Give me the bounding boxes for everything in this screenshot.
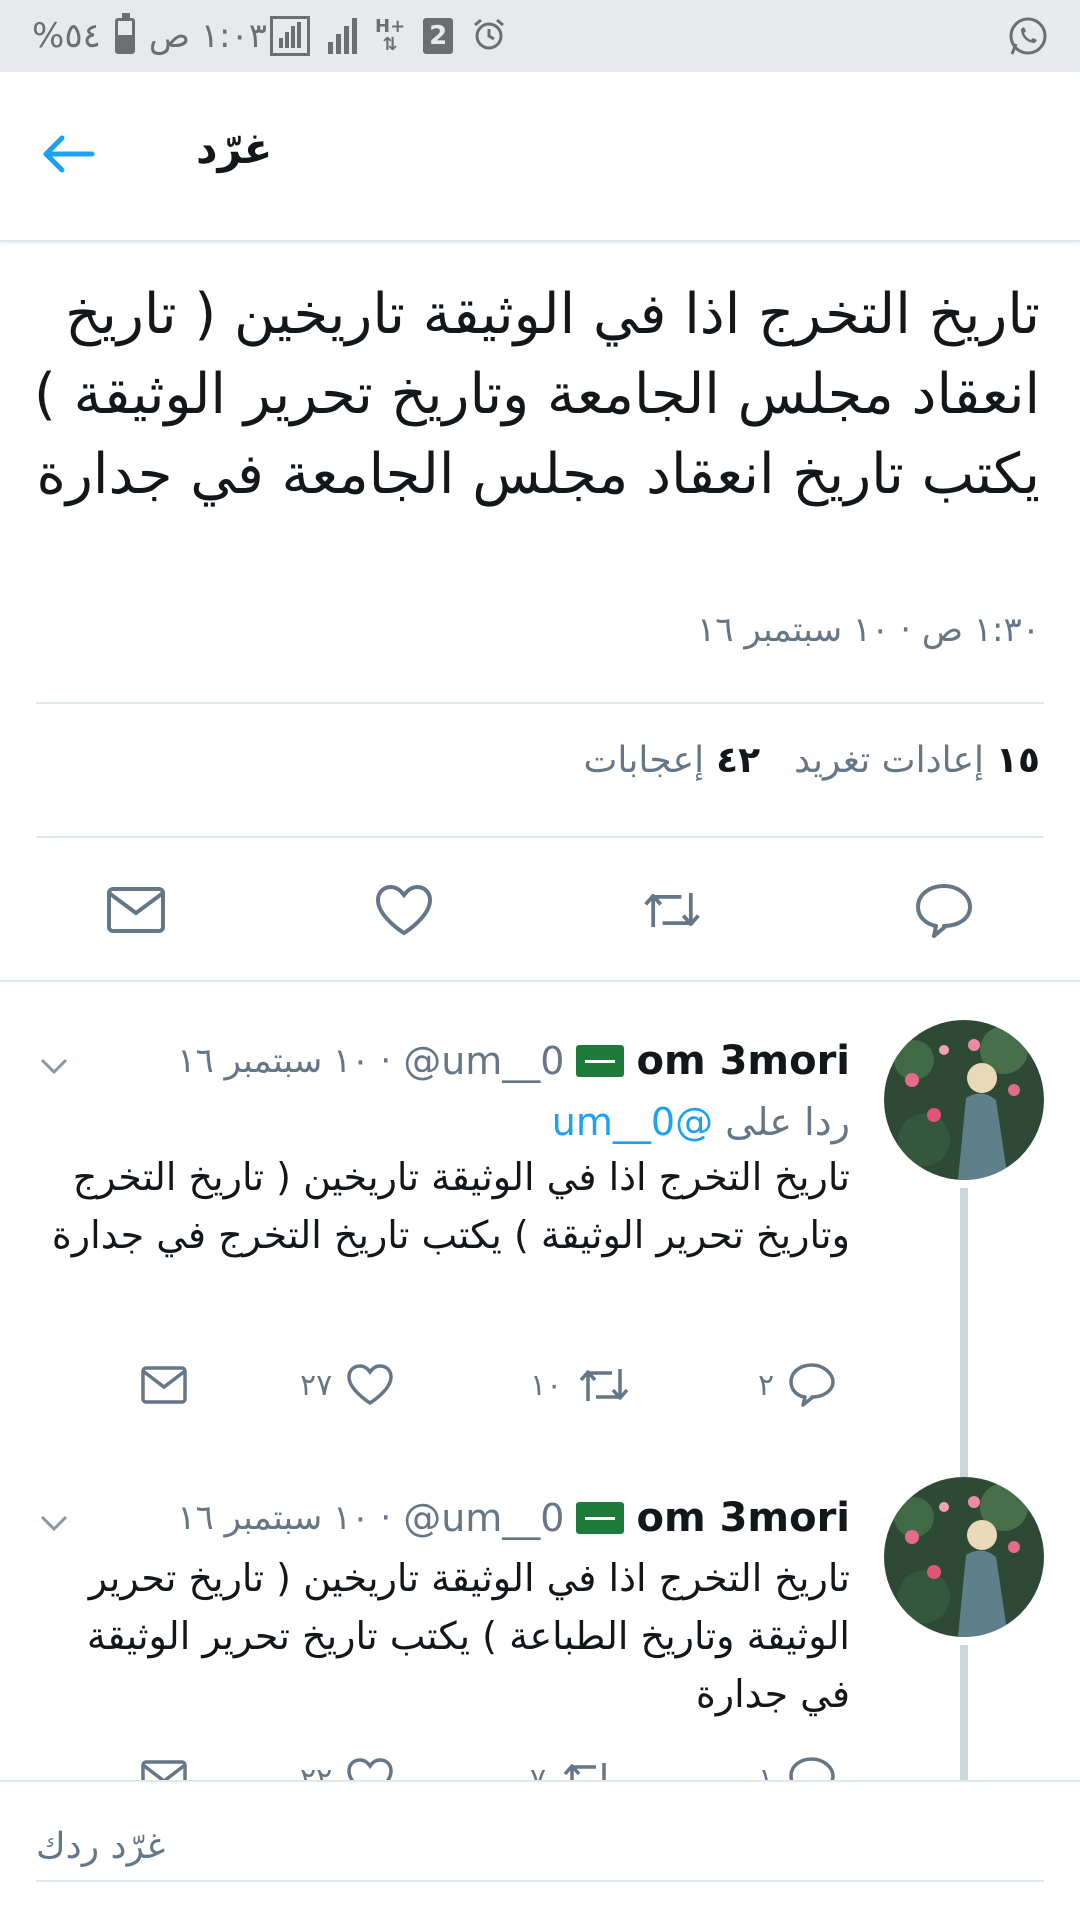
avatar[interactable] <box>884 1020 1044 1180</box>
battery-icon <box>114 13 135 54</box>
alarm-icon <box>471 16 507 56</box>
divider <box>0 980 1080 982</box>
reply-text: تاريخ التخرج اذا في الوثيقة تاريخين ( تا… <box>51 1155 850 1257</box>
status-icons: H+ ⇅ 2 <box>270 0 507 72</box>
reply-tweet[interactable]: om 3mori @um__0 · ١٠ سبتمبر ١٦ تاريخ الت… <box>0 1477 1080 1801</box>
network-type-label: H+ <box>375 16 406 37</box>
compose-bar <box>0 1780 1080 1920</box>
reply-actions: ٢٧ ١٠ ٢ <box>0 1355 1080 1415</box>
whatsapp-icon <box>1006 14 1050 62</box>
like-button[interactable]: ٢٧ <box>300 1355 394 1415</box>
dm-button[interactable] <box>104 878 168 942</box>
reply-to-mention[interactable]: @um__0 <box>552 1100 713 1144</box>
reply-time-value: ١٠ سبتمبر ١٦ <box>177 1041 370 1081</box>
battery-level: ٥٤% <box>32 16 101 56</box>
likes-stat[interactable]: ٤٢ إعجابات <box>584 740 761 781</box>
tweet-menu-button[interactable] <box>38 1507 70 1539</box>
reply-button[interactable] <box>912 878 976 942</box>
main-tweet-timestamp: ١:٣٠ ص · ١٠ سبتمبر ١٦ <box>697 610 1040 650</box>
like-button[interactable] <box>372 878 436 942</box>
retweet-count: ١٠ <box>530 1367 563 1403</box>
saudi-flag-icon <box>576 1502 625 1534</box>
retweet-icon <box>579 1369 629 1401</box>
signal-box-icon <box>270 16 310 56</box>
retweets-label: إعادات تغريد <box>794 740 985 781</box>
reply-time-value: ١٠ سبتمبر ١٦ <box>177 1498 370 1538</box>
retweet-button[interactable]: ١٠ <box>530 1355 632 1415</box>
status-time: ١:٠٣ ص <box>148 16 268 56</box>
retweets-stat[interactable]: ١٥ إعادات تغريد <box>794 740 1040 781</box>
speech-bubble-icon <box>789 1363 835 1407</box>
thread-line <box>960 1188 968 1488</box>
likes-label: إعجابات <box>583 740 705 781</box>
retweet-button[interactable] <box>640 878 704 942</box>
sim-slot-icon: 2 <box>423 18 454 54</box>
signal-bars-icon <box>328 18 357 54</box>
retweet-icon <box>644 893 700 927</box>
network-type-icon: H+ ⇅ <box>375 16 406 55</box>
back-button[interactable] <box>36 122 100 186</box>
app-header: غرّد <box>0 72 1080 242</box>
reply-header: om 3mori @um__0 · ١٠ سبتمبر ١٦ <box>177 1038 850 1084</box>
reply-to-prefix: ردا على <box>725 1100 850 1144</box>
likes-count: ٤٢ <box>716 740 761 781</box>
main-tweet-text: تاريخ التخرج اذا في الوثيقة تاريخين ( تا… <box>33 282 1040 507</box>
retweets-count: ١٥ <box>996 740 1040 781</box>
author-handle[interactable]: @um__0 <box>403 1496 564 1540</box>
avatar[interactable] <box>884 1477 1044 1637</box>
heart-icon <box>375 884 433 936</box>
chevron-down-icon <box>40 1515 68 1532</box>
page-title: غرّد <box>196 124 273 173</box>
tweet-stats: ١٥ إعادات تغريد ٤٢ إعجابات <box>584 740 1040 781</box>
reply-text: تاريخ التخرج اذا في الوثيقة تاريخين ( تا… <box>86 1556 850 1716</box>
mail-icon <box>107 887 165 933</box>
mail-icon <box>141 1366 187 1404</box>
reply-count: ٢ <box>758 1367 775 1403</box>
reply-input[interactable] <box>36 1812 1044 1882</box>
divider <box>36 702 1044 704</box>
divider <box>36 836 1044 838</box>
saudi-flag-icon <box>576 1045 625 1077</box>
reply-time: · ١٠ سبتمبر ١٦ <box>177 1041 392 1081</box>
speech-bubble-icon <box>916 884 972 938</box>
status-left: ١:٠٣ ص ٥٤% <box>32 0 267 72</box>
status-bar: ١:٠٣ ص ٥٤% H+ ⇅ 2 <box>0 0 1080 72</box>
heart-icon <box>347 1364 393 1406</box>
author-handle[interactable]: @um__0 <box>403 1039 564 1083</box>
main-tweet-actions <box>0 860 1080 960</box>
like-count: ٢٧ <box>300 1367 333 1403</box>
tweet-menu-button[interactable] <box>38 1050 70 1082</box>
chevron-down-icon <box>40 1058 68 1075</box>
arrow-left-icon <box>43 135 95 173</box>
reply-tweet[interactable]: om 3mori @um__0 · ١٠ سبتمبر ١٦ ردا على @… <box>0 1020 1080 1488</box>
dm-button[interactable] <box>140 1355 188 1415</box>
author-name[interactable]: om 3mori <box>636 1495 850 1541</box>
reply-header: om 3mori @um__0 · ١٠ سبتمبر ١٦ <box>177 1495 850 1541</box>
reply-to-line: ردا على @um__0 <box>552 1100 850 1144</box>
reply-button[interactable]: ٢ <box>758 1355 836 1415</box>
author-name[interactable]: om 3mori <box>636 1038 850 1084</box>
reply-time: · ١٠ سبتمبر ١٦ <box>177 1498 392 1538</box>
